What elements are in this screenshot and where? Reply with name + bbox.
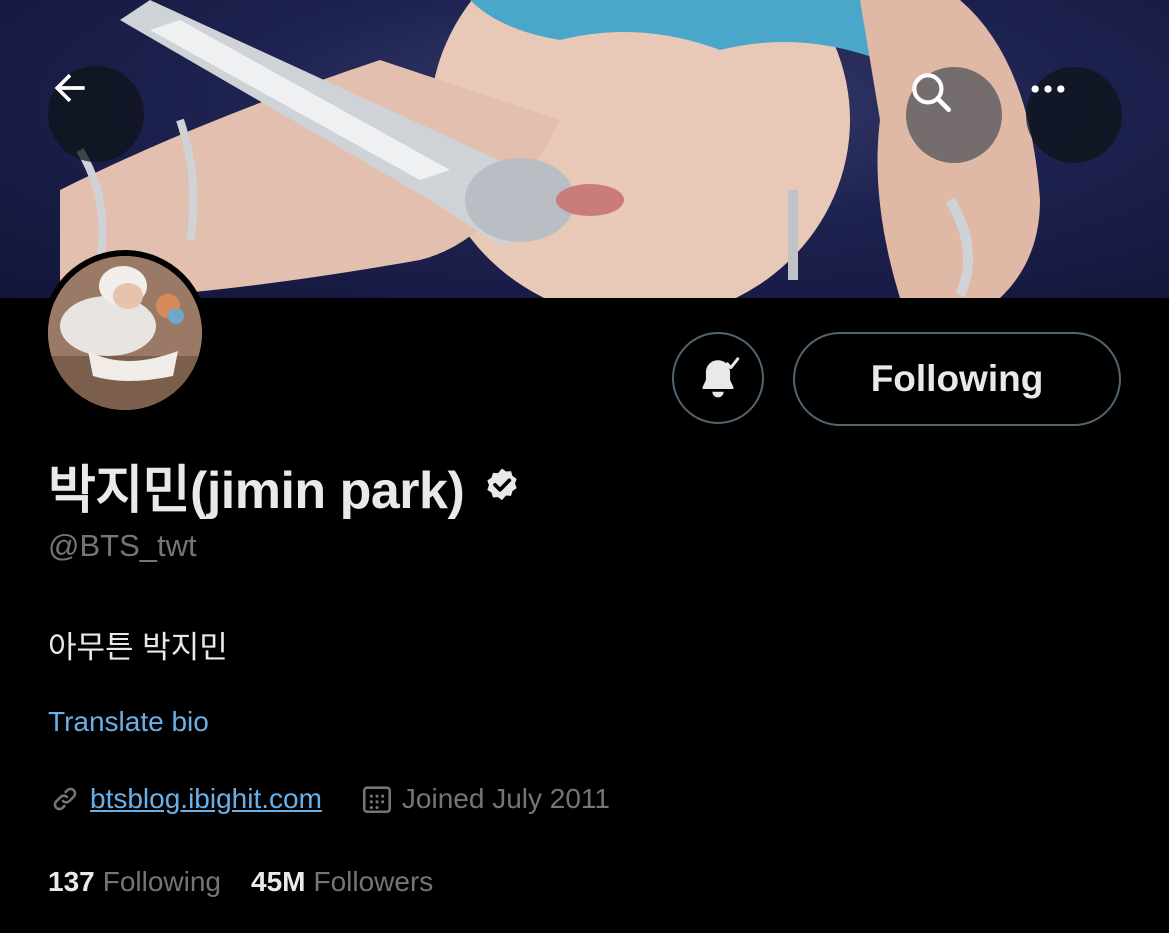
calendar-icon: [362, 786, 391, 814]
following-count-link[interactable]: 137 Following: [48, 866, 221, 898]
profile-meta-row: btsblog.ibighit.com Joined July 2011: [48, 782, 610, 816]
joined-date: Joined July 2011: [360, 782, 610, 816]
avatar-photo: [48, 256, 202, 410]
website-link[interactable]: btsblog.ibighit.com: [90, 783, 322, 815]
followers-count-link[interactable]: 45M Followers: [251, 866, 433, 898]
search-button[interactable]: [906, 67, 1002, 163]
arrow-left-icon: [54, 73, 85, 103]
display-name: 박지민(jimin park): [48, 462, 465, 520]
following-label: Following: [102, 866, 221, 897]
followers-label: Followers: [313, 866, 434, 897]
translate-bio-link[interactable]: Translate bio: [48, 706, 209, 738]
profile-banner[interactable]: [0, 0, 1169, 298]
follow-stats: 137 Following 45M Followers: [48, 866, 433, 898]
followers-count: 45M: [251, 866, 306, 897]
back-button[interactable]: [48, 66, 144, 162]
notifications-button[interactable]: [672, 332, 764, 424]
banner-photo: [60, 0, 1040, 298]
following-button[interactable]: Following: [793, 332, 1121, 426]
search-icon: [912, 73, 951, 113]
profile-avatar[interactable]: [42, 250, 208, 416]
profile-bio: 아무튼 박지민: [48, 630, 228, 665]
more-options-button[interactable]: [1026, 67, 1122, 163]
joined-label: Joined July 2011: [401, 783, 610, 814]
profile-handle: @BTS_twt: [48, 528, 197, 563]
bell-check-icon: [702, 357, 740, 398]
link-icon: [53, 787, 77, 811]
display-name-row: 박지민(jimin park): [48, 448, 522, 523]
following-count: 137: [48, 866, 95, 897]
more-horizontal-icon: [1031, 85, 1065, 93]
verified-badge-icon: [487, 468, 517, 500]
